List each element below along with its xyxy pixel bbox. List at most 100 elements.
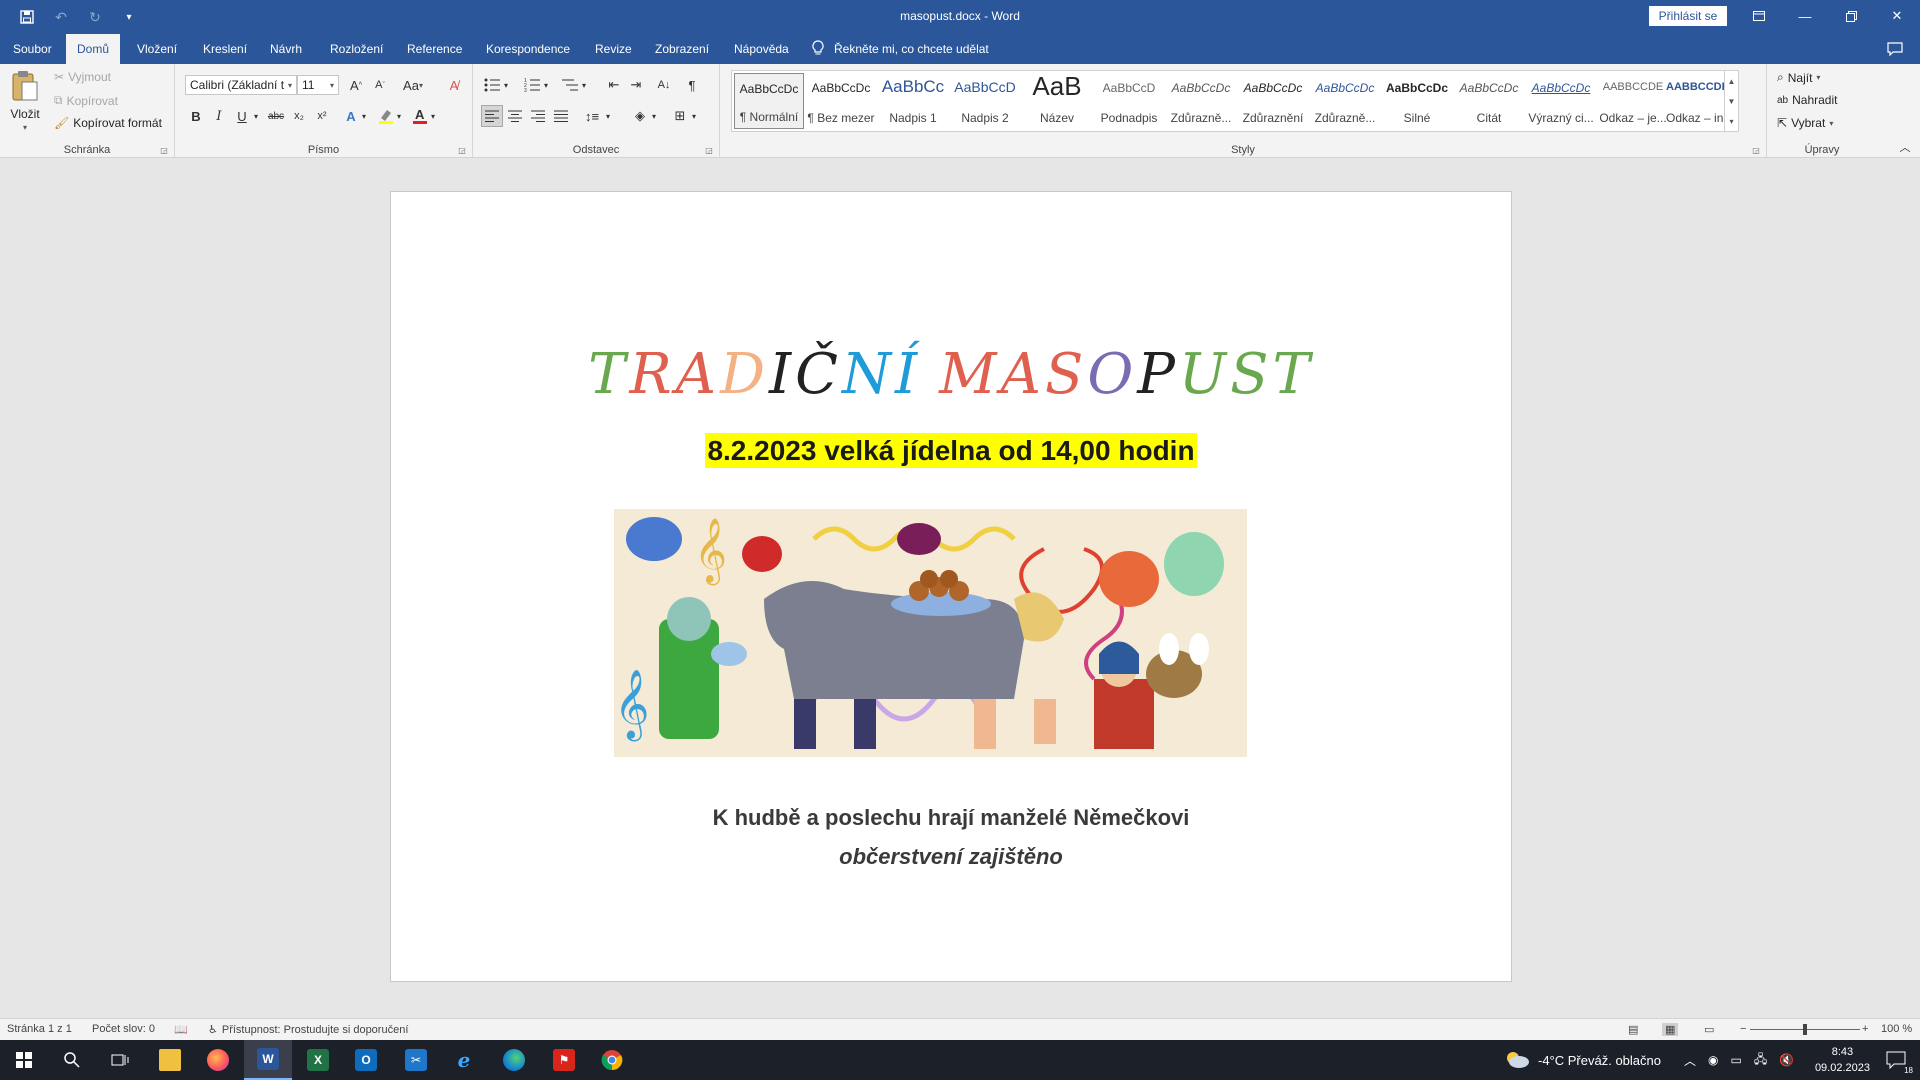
chevron-down-icon[interactable]: ▾ (393, 105, 405, 127)
outlook-icon[interactable]: O (342, 1040, 390, 1080)
minimize-icon[interactable]: — (1782, 0, 1828, 32)
line-spacing-icon[interactable]: ↕≡ (581, 105, 603, 127)
chevron-down-icon[interactable]: ▾ (427, 105, 439, 127)
subscript-button[interactable]: x₂ (288, 105, 310, 127)
style-no-spacing[interactable]: AaBbCcDc ¶ Bez mezer (806, 73, 876, 129)
tab-design[interactable]: Návrh (259, 34, 313, 64)
tab-view[interactable]: Zobrazení (644, 34, 720, 64)
style-emphasis[interactable]: AaBbCcDc Zdůraznění (1238, 73, 1308, 129)
start-icon[interactable] (0, 1040, 48, 1080)
save-icon[interactable] (14, 5, 40, 29)
dialog-launcher-icon[interactable]: ◲ (704, 145, 714, 155)
justify-icon[interactable] (550, 105, 572, 127)
file-explorer-icon[interactable] (146, 1040, 194, 1080)
style-title[interactable]: AaB Název (1022, 71, 1092, 129)
align-left-icon[interactable] (481, 105, 503, 127)
chevron-down-icon[interactable]: ▾ (689, 105, 699, 127)
chevron-down-icon[interactable]: ▾ (603, 105, 613, 127)
web-layout-icon[interactable]: ▭ (1704, 1023, 1714, 1036)
restore-icon[interactable] (1828, 0, 1874, 32)
style-subtle-reference[interactable]: AABBCCDE Odkaz – je... (1598, 73, 1668, 129)
superscript-button[interactable]: x² (311, 105, 333, 127)
italic-button[interactable]: I (208, 105, 230, 127)
chevron-down-icon[interactable]: ▾ (358, 105, 370, 127)
zoom-level[interactable]: 100 % (1881, 1023, 1912, 1035)
customize-qat-icon[interactable]: ▾ (116, 5, 142, 29)
cut-button[interactable]: ✂ Vyjmout (54, 70, 111, 84)
dialog-launcher-icon[interactable]: ◲ (457, 145, 467, 155)
internet-explorer-icon[interactable]: e (440, 1040, 488, 1080)
select-button[interactable]: ⇱ Vybrat ▾ (1777, 116, 1833, 130)
shading-icon[interactable]: ◈ (629, 105, 651, 127)
snipping-tool-icon[interactable]: ✂ (392, 1040, 440, 1080)
clear-formatting-icon[interactable]: A̸ (443, 74, 465, 96)
find-button[interactable]: ⌕ Najít ▾ (1777, 70, 1820, 85)
meet-now-icon[interactable]: ◉ (1708, 1053, 1718, 1067)
ribbon-display-icon[interactable] (1736, 0, 1782, 32)
replace-button[interactable]: ab Nahradit (1777, 93, 1837, 107)
font-size-combo[interactable]: 11 ▾ (297, 75, 339, 95)
style-subtle-emphasis[interactable]: AaBbCcDc Zdůrazně... (1166, 73, 1236, 129)
borders-icon[interactable]: ⊞ (669, 105, 691, 127)
chevron-down-icon[interactable]: ▾ (250, 105, 262, 127)
chevron-up-icon[interactable]: ︿ (1684, 1052, 1696, 1069)
zoom-out-icon[interactable]: − (1740, 1023, 1746, 1035)
firefox-icon[interactable] (194, 1040, 242, 1080)
weather-widget[interactable]: -4°C Převáž. oblačno (1504, 1040, 1661, 1080)
close-icon[interactable]: ✕ (1874, 0, 1920, 32)
chrome-icon[interactable] (588, 1040, 636, 1080)
paste-button[interactable]: Vložit ▾ (10, 70, 40, 132)
volume-icon[interactable]: 🔇 (1779, 1053, 1794, 1067)
tab-file[interactable]: Soubor (2, 34, 63, 64)
strikethrough-button[interactable]: abc (265, 105, 287, 127)
style-strong[interactable]: AaBbCcDc Silné (1382, 73, 1452, 129)
increase-indent-icon[interactable]: ⇥ (625, 74, 647, 96)
style-heading-1[interactable]: AaBbCc Nadpis 1 (878, 73, 948, 129)
edge-icon[interactable] (490, 1040, 538, 1080)
tab-review[interactable]: Revize (584, 34, 643, 64)
accessibility-status[interactable]: ♿ Přístupnost: Prostudujte si doporučení (208, 1023, 408, 1037)
style-intense-emphasis[interactable]: AaBbCcDc Zdůrazně... (1310, 73, 1380, 129)
task-view-icon[interactable] (96, 1040, 144, 1080)
more-icon[interactable]: ▾ (1729, 117, 1733, 126)
style-quote[interactable]: AaBbCcDc Citát (1454, 73, 1524, 129)
tab-draw[interactable]: Kreslení (192, 34, 258, 64)
align-center-icon[interactable] (504, 105, 526, 127)
word-count[interactable]: Počet slov: 0 (92, 1023, 155, 1035)
style-normal[interactable]: AaBbCcDc ¶ Normální (734, 73, 804, 129)
bold-button[interactable]: B (185, 105, 207, 127)
word-icon[interactable]: W (244, 1040, 292, 1080)
carnival-illustration[interactable]: 𝄞 𝄞 (614, 509, 1247, 757)
excel-icon[interactable]: X (294, 1040, 342, 1080)
bullets-icon[interactable] (481, 74, 503, 96)
dialog-launcher-icon[interactable]: ◲ (1751, 145, 1761, 155)
chevron-up-icon[interactable]: ▲ (1728, 77, 1736, 86)
tab-references[interactable]: Reference (396, 34, 473, 64)
clock[interactable]: 8:43 09.02.2023 (1815, 1044, 1870, 1076)
network-icon[interactable]: 🖧 (1754, 1050, 1767, 1071)
zoom-in-icon[interactable]: + (1862, 1023, 1868, 1035)
style-intense-quote[interactable]: AaBbCcDc Výrazný ci... (1526, 73, 1596, 129)
document-area[interactable]: TRADIČNÍ MASOPUST 8.2.2023 velká jídelna … (0, 158, 1920, 1018)
redo-icon[interactable]: ↻ (82, 5, 108, 29)
signin-button[interactable]: Přihlásit se (1649, 6, 1727, 26)
page-count[interactable]: Stránka 1 z 1 (7, 1023, 72, 1035)
document-page[interactable]: TRADIČNÍ MASOPUST 8.2.2023 velká jídelna … (390, 191, 1512, 982)
chevron-down-icon[interactable]: ▾ (541, 74, 551, 96)
tab-help[interactable]: Nápověda (723, 34, 800, 64)
tab-insert[interactable]: Vložení (126, 34, 188, 64)
style-intense-reference[interactable]: AABBCCDE Odkaz – in... (1666, 73, 1724, 129)
zoom-slider-thumb[interactable] (1803, 1024, 1807, 1035)
copy-button[interactable]: ⧉ Kopírovat (54, 93, 118, 108)
chevron-down-icon[interactable]: ▾ (501, 74, 511, 96)
tell-me-box[interactable]: Řekněte mi, co chcete udělat (812, 34, 989, 64)
proofing-icon[interactable]: 📖 (174, 1023, 188, 1036)
tab-layout[interactable]: Rozložení (319, 34, 394, 64)
print-layout-icon[interactable]: ▦ (1662, 1023, 1679, 1036)
align-right-icon[interactable] (527, 105, 549, 127)
undo-icon[interactable]: ↶ (48, 5, 74, 29)
battery-icon[interactable]: ▭ (1731, 1053, 1742, 1067)
decrease-indent-icon[interactable]: ⇤ (603, 74, 625, 96)
acrobat-icon[interactable]: ⚑ (540, 1040, 588, 1080)
style-subtitle[interactable]: AaBbCcD Podnadpis (1094, 73, 1164, 129)
